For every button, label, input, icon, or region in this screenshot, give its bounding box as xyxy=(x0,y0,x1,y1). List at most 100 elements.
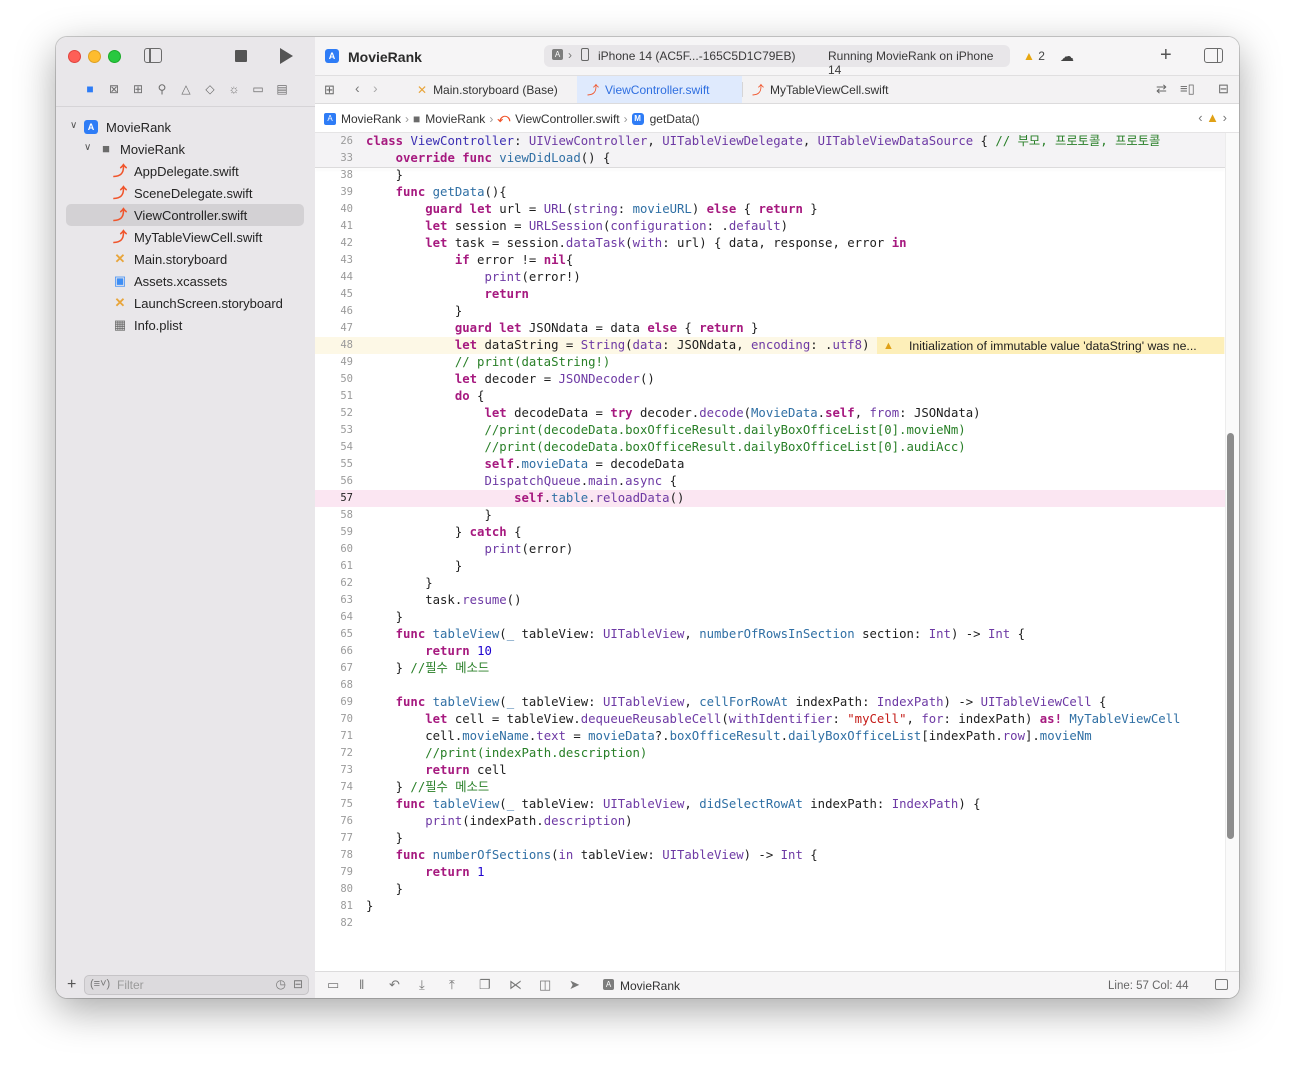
jumpbar-symbol[interactable]: getData() xyxy=(650,112,700,126)
recent-files-icon[interactable]: ◷ xyxy=(276,977,286,991)
test-icon[interactable]: ◇ xyxy=(198,81,222,97)
console-toggle-icon[interactable] xyxy=(1215,979,1228,990)
code-line[interactable]: 39 func getData(){ xyxy=(315,184,1225,201)
code-line[interactable]: 75 func tableView(_ tableView: UITableVi… xyxy=(315,796,1225,813)
code-line[interactable]: 45 return xyxy=(315,286,1225,303)
tree-item[interactable]: ⤴ SceneDelegate.swift xyxy=(66,182,304,204)
folder-icon[interactable]: ■ xyxy=(78,81,102,97)
code-line[interactable]: 63 task.resume() xyxy=(315,592,1225,609)
warning-indicator[interactable]: ▲ 2 xyxy=(1023,49,1045,63)
run-icon[interactable] xyxy=(280,48,293,64)
jumpbar-folder[interactable]: MovieRank xyxy=(425,112,485,126)
code-line[interactable]: 64 } xyxy=(315,609,1225,626)
cloud-icon[interactable]: ☁ xyxy=(1060,48,1074,65)
tree-item[interactable]: ✕ LaunchScreen.storyboard xyxy=(66,292,304,314)
code-line[interactable]: 70 let cell = tableView.dequeueReusableC… xyxy=(315,711,1225,728)
code-line[interactable]: 38 } xyxy=(315,167,1225,184)
code-line[interactable]: 66 return 10 xyxy=(315,643,1225,660)
disclosure-chevron-icon[interactable]: ∨ xyxy=(84,142,91,153)
view-hierarchy-icon[interactable]: ❐ xyxy=(479,977,491,993)
report-icon[interactable]: ▤ xyxy=(270,81,294,97)
zoom-window-button[interactable] xyxy=(108,50,121,63)
tree-item[interactable]: ∨ A MovieRank xyxy=(66,116,304,138)
memory-graph-icon[interactable]: ⋉ xyxy=(509,977,522,993)
editor-tab[interactable]: ✕ Main.storyboard (Base) xyxy=(407,76,577,103)
code-line[interactable]: 71 cell.movieName.text = movieData?.boxO… xyxy=(315,728,1225,745)
inspector-toggle-icon[interactable] xyxy=(1204,48,1223,63)
code-line[interactable]: 54 //print(decodeData.boxOfficeResult.da… xyxy=(315,439,1225,456)
simulate-location-icon[interactable]: ➤ xyxy=(569,977,580,993)
hide-debug-area-icon[interactable]: ▭ xyxy=(327,977,339,993)
code-line[interactable]: 57 self.table.reloadData() xyxy=(315,490,1225,507)
code-line[interactable]: 40 guard let url = URL(string: movieURL)… xyxy=(315,201,1225,218)
symbol-icon[interactable]: ⊞ xyxy=(126,81,150,97)
code-line[interactable]: 78 func numberOfSections(in tableView: U… xyxy=(315,847,1225,864)
split-editor-icon[interactable]: ⊟ xyxy=(1218,81,1229,97)
code-line[interactable]: 60 print(error) xyxy=(315,541,1225,558)
code-line[interactable]: 41 let session = URLSession(configuratio… xyxy=(315,218,1225,235)
code-line[interactable]: 61 } xyxy=(315,558,1225,575)
jumpbar-project[interactable]: MovieRank xyxy=(341,112,401,126)
breakpoint-icon[interactable]: ▭ xyxy=(246,81,270,97)
code-line[interactable]: 48 let dataString = String(data: JSONdat… xyxy=(315,337,1225,354)
tree-item[interactable]: ⤴ MyTableViewCell.swift xyxy=(66,226,304,248)
code-line[interactable]: 76 print(indexPath.description) xyxy=(315,813,1225,830)
code-line[interactable]: 79 return 1 xyxy=(315,864,1225,881)
code-line[interactable]: 80 } xyxy=(315,881,1225,898)
step-out-icon[interactable]: ⤒ xyxy=(449,977,455,993)
editor-tab[interactable]: ⤴ ViewController.swift xyxy=(577,76,742,103)
run-destination[interactable]: iPhone 14 (AC5F...-165C5D1C79EB) xyxy=(598,49,795,63)
code-line[interactable]: 72 //print(indexPath.description) xyxy=(315,745,1225,762)
source-control-filter-icon[interactable]: ⊟ xyxy=(293,977,303,991)
scheme-icon[interactable]: A xyxy=(552,49,563,60)
vertical-scrollbar[interactable] xyxy=(1227,433,1234,839)
code-line[interactable]: 51 do { xyxy=(315,388,1225,405)
tree-item[interactable]: ⤴ AppDelegate.swift xyxy=(66,160,304,182)
code-line[interactable]: 56 DispatchQueue.main.async { xyxy=(315,473,1225,490)
chevron-left-icon[interactable]: ‹ xyxy=(355,80,360,96)
step-over-icon[interactable]: ↶ xyxy=(389,977,400,993)
tree-item[interactable]: ✕ Main.storyboard xyxy=(66,248,304,270)
tree-item[interactable]: ▣ Assets.xcassets xyxy=(66,270,304,292)
issue-navigation[interactable]: ‹ ▲ › xyxy=(1198,110,1227,125)
source-control-icon[interactable]: ⊠ xyxy=(102,81,126,97)
code-line[interactable]: 81} xyxy=(315,898,1225,915)
minimize-window-button[interactable] xyxy=(88,50,101,63)
swap-icon[interactable]: ⇄ xyxy=(1156,81,1167,97)
find-icon[interactable]: ⚲ xyxy=(150,81,174,97)
tree-item[interactable]: ∨ ■ MovieRank xyxy=(66,138,304,160)
code-line[interactable]: 65 func tableView(_ tableView: UITableVi… xyxy=(315,626,1225,643)
code-line[interactable]: 69 func tableView(_ tableView: UITableVi… xyxy=(315,694,1225,711)
sticky-scope-line[interactable]: 33 override func viewDidLoad() { xyxy=(315,150,1225,167)
code-line[interactable]: 52 let decodeData = try decoder.decode(M… xyxy=(315,405,1225,422)
tree-item[interactable]: ▦ Info.plist xyxy=(66,314,304,336)
code-line[interactable]: 67 } //필수 메소드 xyxy=(315,660,1225,677)
sidebar-toggle-icon[interactable] xyxy=(144,48,162,63)
code-line[interactable]: 50 let decoder = JSONDecoder() xyxy=(315,371,1225,388)
library-add-button[interactable]: + xyxy=(1160,44,1172,67)
disclosure-chevron-icon[interactable]: ∨ xyxy=(70,120,77,131)
pause-icon[interactable]: ‖ xyxy=(359,977,364,992)
code-line[interactable]: 46 } xyxy=(315,303,1225,320)
stop-icon[interactable] xyxy=(235,50,247,62)
editor-tab[interactable]: ⤴ MyTableViewCell.swift xyxy=(742,76,917,103)
code-line[interactable]: 58 } xyxy=(315,507,1225,524)
issue-icon[interactable]: △ xyxy=(174,81,198,97)
environment-overrides-icon[interactable]: ◫ xyxy=(539,977,551,993)
filter-options-icon[interactable]: (≡˅) xyxy=(90,978,110,990)
step-in-icon[interactable]: ⤓ xyxy=(419,977,425,993)
inline-warning[interactable]: ▲ Initialization of immutable value 'data… xyxy=(877,337,1224,354)
filter-field[interactable]: (≡˅) Filter ◷ ⊟ xyxy=(84,975,309,995)
chevron-right-icon[interactable]: › xyxy=(373,80,378,96)
debug-icon[interactable]: ☼ xyxy=(222,81,246,97)
tree-item[interactable]: ⤴ ViewController.swift xyxy=(66,204,304,226)
code-line[interactable]: 62 } xyxy=(315,575,1225,592)
code-line[interactable]: 43 if error != nil{ xyxy=(315,252,1225,269)
code-line[interactable]: 55 self.movieData = decodeData xyxy=(315,456,1225,473)
code-line[interactable]: 82 xyxy=(315,915,1225,932)
add-file-button[interactable]: + xyxy=(67,976,76,994)
code-line[interactable]: 53 //print(decodeData.boxOfficeResult.da… xyxy=(315,422,1225,439)
code-line[interactable]: 73 return cell xyxy=(315,762,1225,779)
code-line[interactable]: 74 } //필수 메소드 xyxy=(315,779,1225,796)
sticky-scope-line[interactable]: 26 class ViewController: UIViewController… xyxy=(315,133,1225,150)
